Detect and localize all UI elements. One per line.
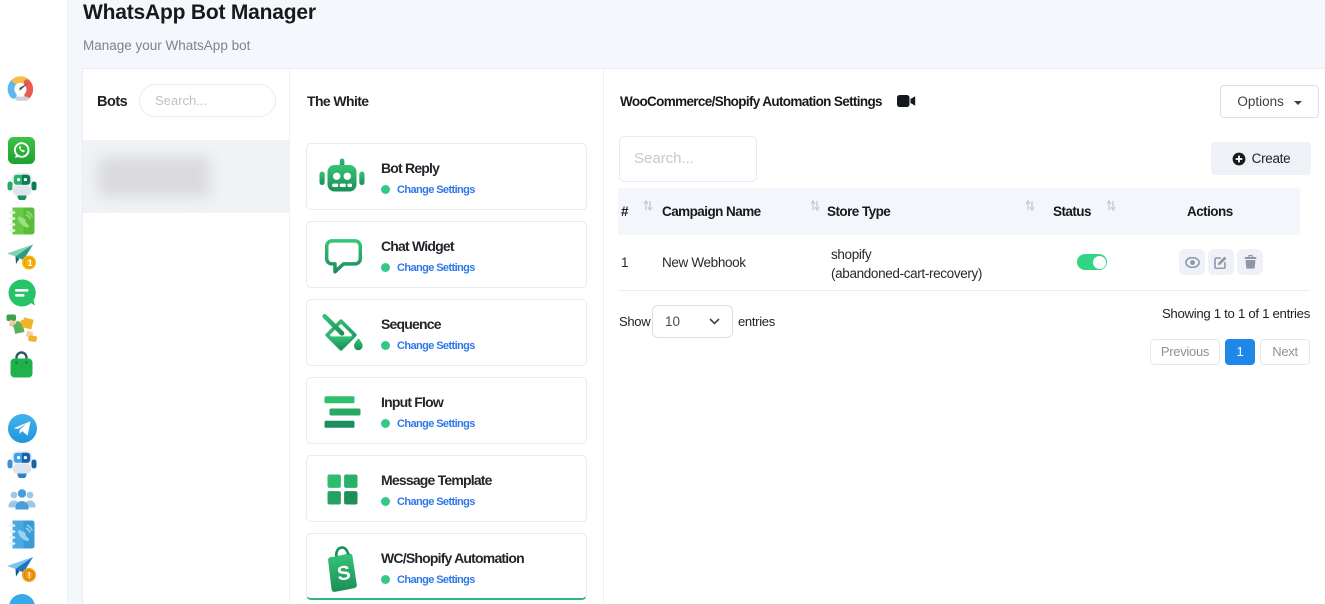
svg-text:1: 1: [28, 258, 33, 268]
svg-text:!: !: [28, 571, 31, 581]
svg-text:S: S: [336, 562, 352, 586]
